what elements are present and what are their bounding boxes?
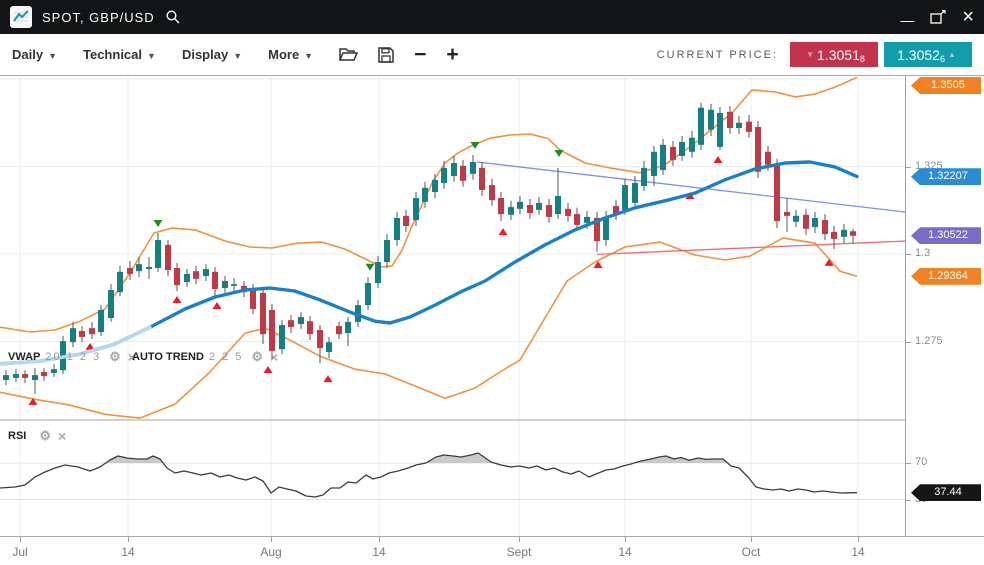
open-folder-icon[interactable] (339, 47, 358, 62)
timeframe-dropdown[interactable]: Daily▼ (12, 47, 57, 62)
time-tick-label: Sept (507, 545, 532, 559)
axis-tick (906, 500, 911, 501)
sell-quote-button[interactable]: ▼ 1.30518 (790, 42, 878, 67)
chevron-down-icon: ▼ (48, 51, 57, 61)
upper-band-price-tag: 1.3505 (911, 77, 981, 94)
time-tick-label: Jul (12, 545, 27, 559)
chart-area: VWAP 20 1 2 3 ⚙ × AUTO TREND 2 2 5 ⚙ × R… (0, 76, 984, 536)
axis-tick (128, 537, 129, 542)
price-tick-label: 1.3 (915, 247, 930, 259)
more-dropdown[interactable]: More▼ (268, 47, 313, 62)
time-axis[interactable]: Jul 14 Aug 14 Sept 14 Oct 14 (0, 536, 984, 565)
current-price-tag: 1.30522 (911, 227, 981, 244)
price-chart[interactable] (0, 76, 905, 536)
time-tick-label: Aug (260, 545, 281, 559)
axis-tick (625, 537, 626, 542)
close-icon[interactable]: × (962, 7, 974, 27)
axis-tick (20, 537, 21, 542)
app-logo-icon (10, 6, 32, 28)
axis-tick (906, 342, 911, 343)
time-tick-label: 14 (121, 545, 134, 559)
gear-icon[interactable]: ⚙ (109, 349, 121, 365)
time-tick-label: Oct (742, 545, 761, 559)
axis-tick (519, 537, 520, 542)
axis-tick (906, 254, 911, 255)
current-price-label: CURRENT PRICE: (657, 49, 778, 61)
technical-dropdown[interactable]: Technical▼ (83, 47, 156, 62)
price-axis[interactable]: 1.325 1.3 1.275 70 30 1.3505 1.32207 1.3… (905, 76, 984, 536)
popout-icon[interactable] (930, 10, 946, 24)
time-tick-label: 14 (618, 545, 631, 559)
display-dropdown[interactable]: Display▼ (182, 47, 242, 62)
close-icon[interactable]: × (58, 428, 66, 444)
arrow-down-icon: ▼ (806, 50, 814, 59)
time-tick-label: 14 (851, 545, 864, 559)
gear-icon[interactable]: ⚙ (251, 349, 263, 365)
zoom-in-button[interactable]: + (446, 44, 458, 65)
minimize-button[interactable]: — (900, 13, 914, 27)
title-bar: SPOT, GBP/USD — × (0, 0, 984, 34)
chevron-down-icon: ▼ (147, 51, 156, 61)
axis-tick (906, 167, 911, 168)
price-tick-label: 1.275 (915, 335, 943, 347)
chart-toolbar: Daily▼ Technical▼ Display▼ More▼ − + CUR… (0, 34, 984, 76)
buy-quote-button[interactable]: 1.30526 ▲ (884, 42, 972, 67)
chevron-down-icon: ▼ (304, 51, 313, 61)
axis-tick (271, 537, 272, 542)
search-icon[interactable] (165, 9, 181, 25)
zoom-out-button[interactable]: − (414, 44, 426, 65)
rsi-level-label: 70 (915, 456, 927, 468)
axis-tick (906, 463, 911, 464)
close-icon[interactable]: × (270, 349, 278, 365)
arrow-up-icon: ▲ (948, 50, 956, 59)
window-title: SPOT, GBP/USD (42, 10, 155, 25)
gear-icon[interactable]: ⚙ (39, 428, 51, 444)
axis-tick (858, 537, 859, 542)
rsi-value-tag: 37.44 (911, 484, 981, 501)
lower-band-price-tag: 1.29364 (911, 268, 981, 285)
axis-tick (379, 537, 380, 542)
save-icon[interactable] (378, 47, 394, 63)
time-tick-label: 14 (372, 545, 385, 559)
close-icon[interactable]: × (128, 349, 136, 365)
axis-tick (751, 537, 752, 542)
vwap-price-tag: 1.32207 (911, 168, 981, 185)
chevron-down-icon: ▼ (233, 51, 242, 61)
